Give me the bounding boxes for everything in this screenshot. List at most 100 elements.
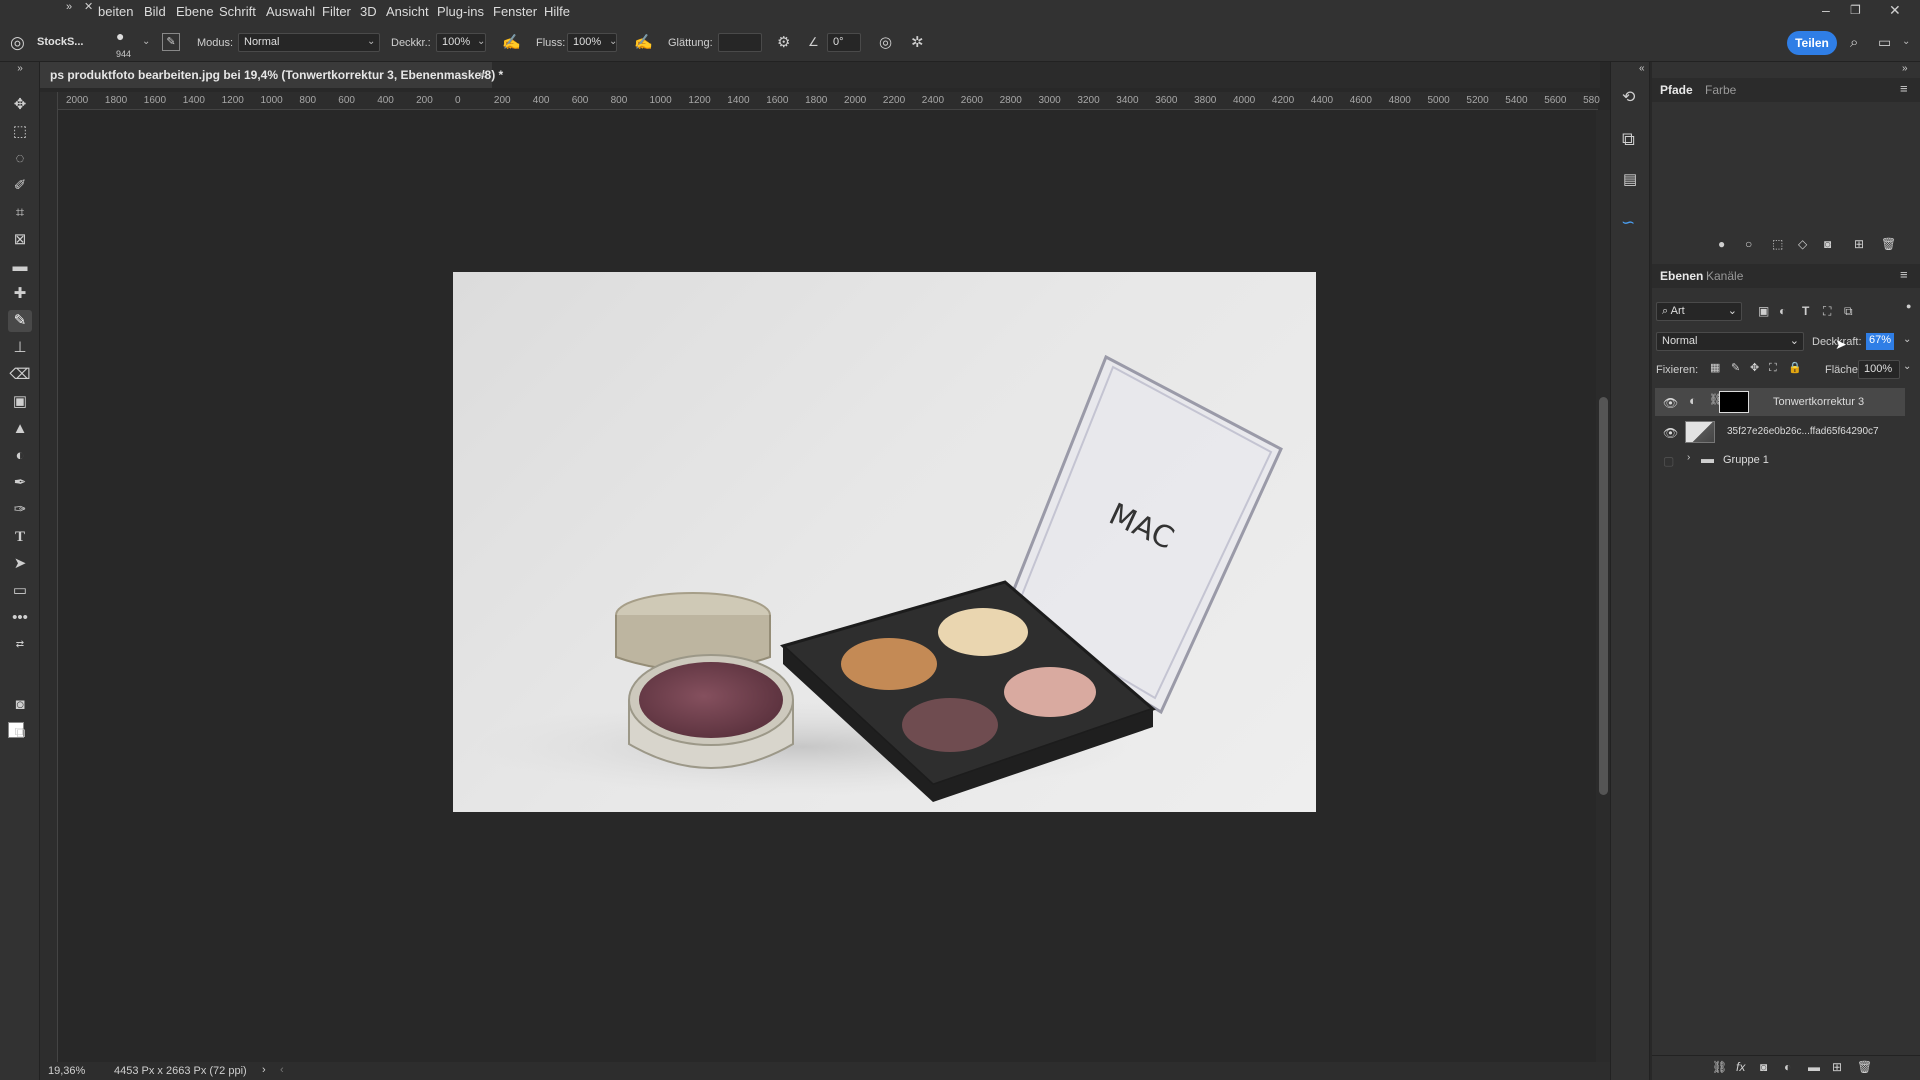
close-tab-icon[interactable]: ×	[479, 68, 486, 82]
healing-tool-icon[interactable]: ✚	[8, 283, 32, 305]
menu-item-filter[interactable]: Filter	[322, 4, 351, 19]
pressure-opacity-icon[interactable]: ✍	[502, 35, 521, 50]
brush-settings-icon[interactable]: ✎	[162, 33, 180, 51]
fill-path-icon[interactable]: ●	[1718, 238, 1725, 250]
freeform-pen-icon[interactable]: ✑	[8, 499, 32, 521]
tool-preset-label[interactable]: StockS...	[37, 36, 83, 48]
dodge-tool-icon[interactable]: ◐	[8, 445, 32, 467]
airbrush-icon[interactable]: ✍	[634, 35, 653, 50]
menu-item-layer[interactable]: Ebene	[176, 4, 214, 19]
expand-icon[interactable]: »	[66, 2, 72, 13]
window-close-icon[interactable]: ✕	[1889, 2, 1901, 19]
path-select-icon[interactable]: ➤	[8, 553, 32, 575]
menu-item-help[interactable]: Hilfe	[544, 4, 570, 19]
smoothing-field[interactable]	[718, 33, 762, 52]
close-icon[interactable]: ✕	[84, 2, 93, 13]
libraries-icon[interactable]: ▤	[1623, 172, 1637, 187]
restore-icon[interactable]: ❐	[1850, 3, 1861, 17]
chevron-right-icon[interactable]: ›	[1687, 453, 1690, 463]
document-tab[interactable]: ps produktfoto bearbeiten.jpg bei 19,4% …	[40, 62, 503, 88]
tab-layers[interactable]: Ebenen	[1660, 269, 1703, 283]
curves-icon[interactable]: ∽	[1621, 214, 1635, 231]
collapse-icon[interactable]: »	[1902, 64, 1908, 74]
panel-menu-icon[interactable]: ≡	[1900, 82, 1908, 95]
menu-item-type[interactable]: Schrift	[219, 4, 256, 19]
chevron-down-icon[interactable]: ⌄	[142, 36, 150, 47]
visibility-eye-icon[interactable]: 👁	[1663, 396, 1678, 410]
visibility-toggle[interactable]: ▢	[1663, 454, 1674, 468]
fx-icon[interactable]: fx	[1736, 1061, 1745, 1073]
quick-select-tool-icon[interactable]: ✐	[8, 175, 32, 197]
tab-channels[interactable]: Kanäle	[1706, 269, 1743, 283]
delete-layer-icon[interactable]: 🗑	[1857, 1061, 1872, 1073]
chevron-down-icon[interactable]: ⌄	[1902, 36, 1910, 47]
search-icon[interactable]: ⌕	[1850, 35, 1858, 50]
lock-all-icon[interactable]: 🔒	[1788, 363, 1802, 374]
tab-paths[interactable]: Pfade	[1660, 83, 1693, 97]
lock-transparency-icon[interactable]: ▦	[1710, 363, 1720, 374]
vertical-scroll-thumb[interactable]	[1599, 397, 1608, 795]
chevron-right-icon[interactable]: ›	[262, 1064, 266, 1076]
layer-filter-select[interactable]: ⌕ Art ⌄	[1656, 302, 1742, 321]
chevron-down-icon[interactable]: ⌄	[477, 36, 485, 47]
layer-row[interactable]: 👁 ◐ ⛓ Tonwertkorrektur 3	[1655, 388, 1905, 416]
lasso-tool-icon[interactable]: ◌	[8, 148, 32, 170]
chevron-down-icon[interactable]: ⌄	[1903, 335, 1911, 345]
angle-field[interactable]: 0°	[827, 33, 861, 52]
smart-object-filter-icon[interactable]: ⧉	[1844, 305, 1853, 317]
share-button[interactable]: Teilen	[1787, 31, 1837, 55]
document-image[interactable]: MAC	[453, 272, 1316, 812]
menu-item-window[interactable]: Fenster	[493, 4, 537, 19]
blend-mode-select[interactable]: Normal ⌄	[1656, 332, 1804, 351]
layers-stack-icon[interactable]: ⧉	[1622, 130, 1635, 148]
pen-tool-icon[interactable]: ✒	[8, 472, 32, 494]
menu-item-select[interactable]: Auswahl	[266, 4, 315, 19]
filter-toggle-icon[interactable]: ●	[1906, 302, 1911, 311]
eraser-tool-icon[interactable]: ⌫	[8, 364, 32, 386]
add-mask-icon[interactable]: ◙	[1760, 1061, 1767, 1073]
swap-colors-icon[interactable]: ⇄	[8, 634, 32, 656]
type-filter-icon[interactable]: T	[1802, 305, 1809, 317]
brush-preview-icon[interactable]: ●	[116, 29, 124, 43]
shape-filter-icon[interactable]: ⛶	[1823, 305, 1831, 317]
crop-tool-icon[interactable]: ⌗	[8, 202, 32, 224]
tab-color[interactable]: Farbe	[1705, 83, 1736, 97]
workspace-icon[interactable]: ▭	[1878, 35, 1891, 49]
gear-icon[interactable]: ⚙	[777, 35, 790, 50]
lock-position-icon[interactable]: ✥	[1750, 363, 1759, 374]
frame-tool-icon[interactable]: ⊠	[8, 229, 32, 251]
new-group-icon[interactable]: ▬	[1808, 1061, 1820, 1073]
blur-tool-icon[interactable]: ▲	[8, 418, 32, 440]
gradient-tool-icon[interactable]: ▣	[8, 391, 32, 413]
visibility-eye-icon[interactable]: 👁	[1663, 426, 1678, 440]
link-layers-icon[interactable]: ⛓	[1712, 1061, 1727, 1073]
menu-item-image[interactable]: Bild	[144, 4, 166, 19]
brush-tool-icon[interactable]: ✎	[8, 310, 32, 332]
chevron-down-icon[interactable]: ⌄	[367, 36, 375, 47]
pressure-size-icon[interactable]: ◎	[879, 35, 892, 50]
marquee-tool-icon[interactable]: ⬚	[8, 121, 32, 143]
delete-icon[interactable]: 🗑	[1881, 238, 1896, 250]
pixel-filter-icon[interactable]: ▣	[1758, 305, 1769, 317]
more-tools-icon[interactable]: •••	[8, 607, 32, 629]
stroke-path-icon[interactable]: ○	[1745, 238, 1752, 250]
path-from-selection-icon[interactable]: ◇	[1798, 238, 1807, 250]
layer-mask-thumbnail[interactable]	[1719, 391, 1749, 413]
screen-mode-icon[interactable]: ⧉	[8, 722, 32, 744]
chevron-down-icon[interactable]: ⌄	[609, 36, 617, 47]
layer-row[interactable]: 👁 35f27e26e0b26c...ffad65f64290c7	[1655, 418, 1905, 446]
collapse-icon[interactable]: »	[8, 62, 32, 76]
home-icon[interactable]: ◎	[10, 34, 25, 51]
layer-name[interactable]: 35f27e26e0b26c...ffad65f64290c7	[1727, 426, 1879, 437]
panel-menu-icon[interactable]: ≡	[1900, 268, 1908, 281]
new-layer-icon[interactable]: ⊞	[1832, 1061, 1842, 1073]
ruler-tool-icon[interactable]: ▬	[8, 256, 32, 278]
menu-item-plugins[interactable]: Plug-ins	[437, 4, 484, 19]
rectangle-tool-icon[interactable]: ▭	[8, 580, 32, 602]
stamp-tool-icon[interactable]: ⊥	[8, 337, 32, 359]
lock-artboard-icon[interactable]: ⛶	[1769, 363, 1777, 374]
new-adjustment-icon[interactable]: ◐	[1784, 1061, 1791, 1073]
menu-item-view[interactable]: Ansicht	[386, 4, 429, 19]
minimize-icon[interactable]: –	[1822, 2, 1830, 18]
layer-row[interactable]: ▢ › ▬ Gruppe 1	[1655, 446, 1905, 474]
